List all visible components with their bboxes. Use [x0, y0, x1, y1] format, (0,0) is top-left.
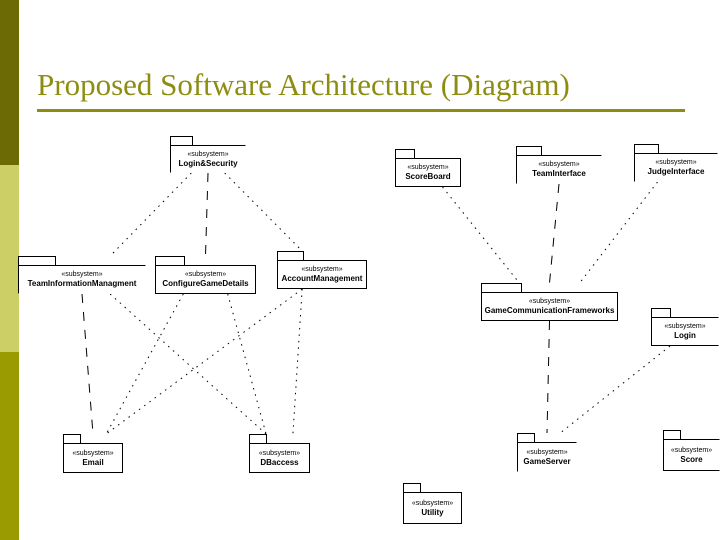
package-tab-icon [403, 483, 421, 492]
package-body: «subsystem» TeamInformationManagment [18, 265, 146, 294]
dependency-edge-login_security-to-account_mgmt [224, 172, 303, 252]
package-node-utility[interactable]: «subsystem» Utility [403, 483, 462, 524]
package-tab-icon [634, 144, 659, 153]
package-name: DBaccess [260, 457, 299, 467]
package-node-score_board[interactable]: «subsystem» ScoreBoard [395, 149, 461, 187]
package-body: «subsystem» DBaccess [249, 443, 310, 473]
slide-canvas: Proposed Software Architecture (Diagram)… [0, 0, 720, 540]
package-name: JudgeInterface [647, 167, 705, 176]
package-body: «subsystem» Email [63, 443, 123, 473]
package-name: GameCommunicationFrameworks [484, 306, 615, 315]
package-stereotype: «subsystem» [664, 323, 706, 330]
package-node-judge_interface[interactable]: «subsystem» JudgeInterface [634, 144, 718, 182]
package-node-email[interactable]: «subsystem» Email [63, 434, 123, 473]
package-body: «subsystem» AccountManagement [277, 260, 367, 289]
package-stereotype: «subsystem» [407, 164, 449, 171]
package-node-team_info_mgmt[interactable]: «subsystem» TeamInformationManagment [18, 256, 146, 294]
package-stereotype: «subsystem» [258, 449, 301, 457]
dependency-edge-team_info_mgmt-to-db_access [109, 293, 267, 435]
package-tab-icon [651, 308, 671, 317]
dependency-edge-team_interface-to-game_comm [549, 183, 560, 284]
package-body: «subsystem» ConfigureGameDetails [155, 265, 256, 294]
package-name: TeamInformationManagment [27, 279, 137, 288]
package-tab-icon [249, 434, 267, 443]
package-name: Login [674, 331, 696, 340]
package-stereotype: «subsystem» [184, 271, 227, 278]
package-name: Login&Security [178, 158, 238, 168]
package-body: «subsystem» Login&Security [170, 145, 246, 173]
architecture-diagram: «subsystem» Login&Security «subsystem» Scor… [0, 0, 720, 540]
package-node-login[interactable]: «subsystem» Login [651, 308, 719, 346]
dependency-edge-login-to-game_server [559, 345, 671, 434]
package-name: GameServer [523, 456, 571, 466]
package-tab-icon [517, 433, 535, 442]
package-node-login_security[interactable]: «subsystem» Login&Security [170, 136, 246, 173]
dependency-edge-config_game-to-email [105, 293, 184, 435]
package-name: Score [680, 454, 703, 464]
package-tab-icon [155, 256, 185, 265]
package-tab-icon [516, 146, 542, 155]
package-stereotype: «subsystem» [670, 446, 713, 454]
package-stereotype: «subsystem» [61, 271, 103, 278]
package-name: Utility [421, 507, 444, 517]
package-stereotype: «subsystem» [526, 448, 568, 456]
package-tab-icon [395, 149, 415, 158]
dependency-edge-account_mgmt-to-email [105, 288, 303, 435]
package-body: «subsystem» Utility [403, 492, 462, 524]
package-tab-icon [663, 430, 681, 439]
package-name: TeamInterface [532, 169, 586, 178]
package-tab-icon [18, 256, 56, 265]
package-tab-icon [63, 434, 81, 443]
package-body: «subsystem» GameCommunicationFrameworks [481, 292, 618, 321]
package-stereotype: «subsystem» [538, 161, 580, 168]
package-stereotype: «subsystem» [72, 449, 114, 457]
package-name: AccountManagement [281, 274, 363, 283]
package-node-game_comm[interactable]: «subsystem» GameCommunicationFrameworks [481, 283, 618, 321]
package-node-account_mgmt[interactable]: «subsystem» AccountManagement [277, 251, 367, 289]
package-stereotype: «subsystem» [301, 266, 343, 273]
package-node-score[interactable]: «subsystem» Score [663, 430, 720, 471]
dependency-edge-team_info_mgmt-to-email [81, 293, 94, 435]
dependency-edge-login_security-to-team_info_mgmt [109, 172, 192, 257]
dependency-edge-judge_interface-to-game_comm [579, 181, 658, 284]
package-body: «subsystem» Score [663, 439, 720, 471]
package-node-db_access[interactable]: «subsystem» DBaccess [249, 434, 310, 473]
dependency-edge-login_security-to-config_game [205, 172, 209, 257]
package-tab-icon [481, 283, 522, 292]
package-node-game_server[interactable]: «subsystem» GameServer [517, 433, 577, 472]
dependency-edge-config_game-to-db_access [227, 293, 267, 435]
package-body: «subsystem» Login [651, 317, 719, 346]
package-node-config_game[interactable]: «subsystem» ConfigureGameDetails [155, 256, 256, 294]
package-name: ConfigureGameDetails [162, 279, 249, 288]
dependency-edge-score_board-to-game_comm [442, 186, 520, 284]
package-stereotype: «subsystem» [411, 499, 454, 507]
package-body: «subsystem» GameServer [517, 442, 577, 472]
package-name: ScoreBoard [405, 172, 451, 181]
package-body: «subsystem» JudgeInterface [634, 153, 718, 182]
package-body: «subsystem» TeamInterface [516, 155, 602, 184]
package-tab-icon [277, 251, 304, 260]
package-node-team_interface[interactable]: «subsystem» TeamInterface [516, 146, 602, 184]
package-tab-icon [170, 136, 193, 145]
dependency-edge-account_mgmt-to-db_access [292, 288, 303, 435]
package-body: «subsystem» ScoreBoard [395, 158, 461, 187]
package-name: Email [82, 457, 104, 467]
package-stereotype: «subsystem» [528, 298, 571, 305]
dependency-edge-game_comm-to-game_server [546, 320, 550, 434]
package-stereotype: «subsystem» [655, 159, 697, 166]
package-stereotype: «subsystem» [187, 150, 229, 158]
